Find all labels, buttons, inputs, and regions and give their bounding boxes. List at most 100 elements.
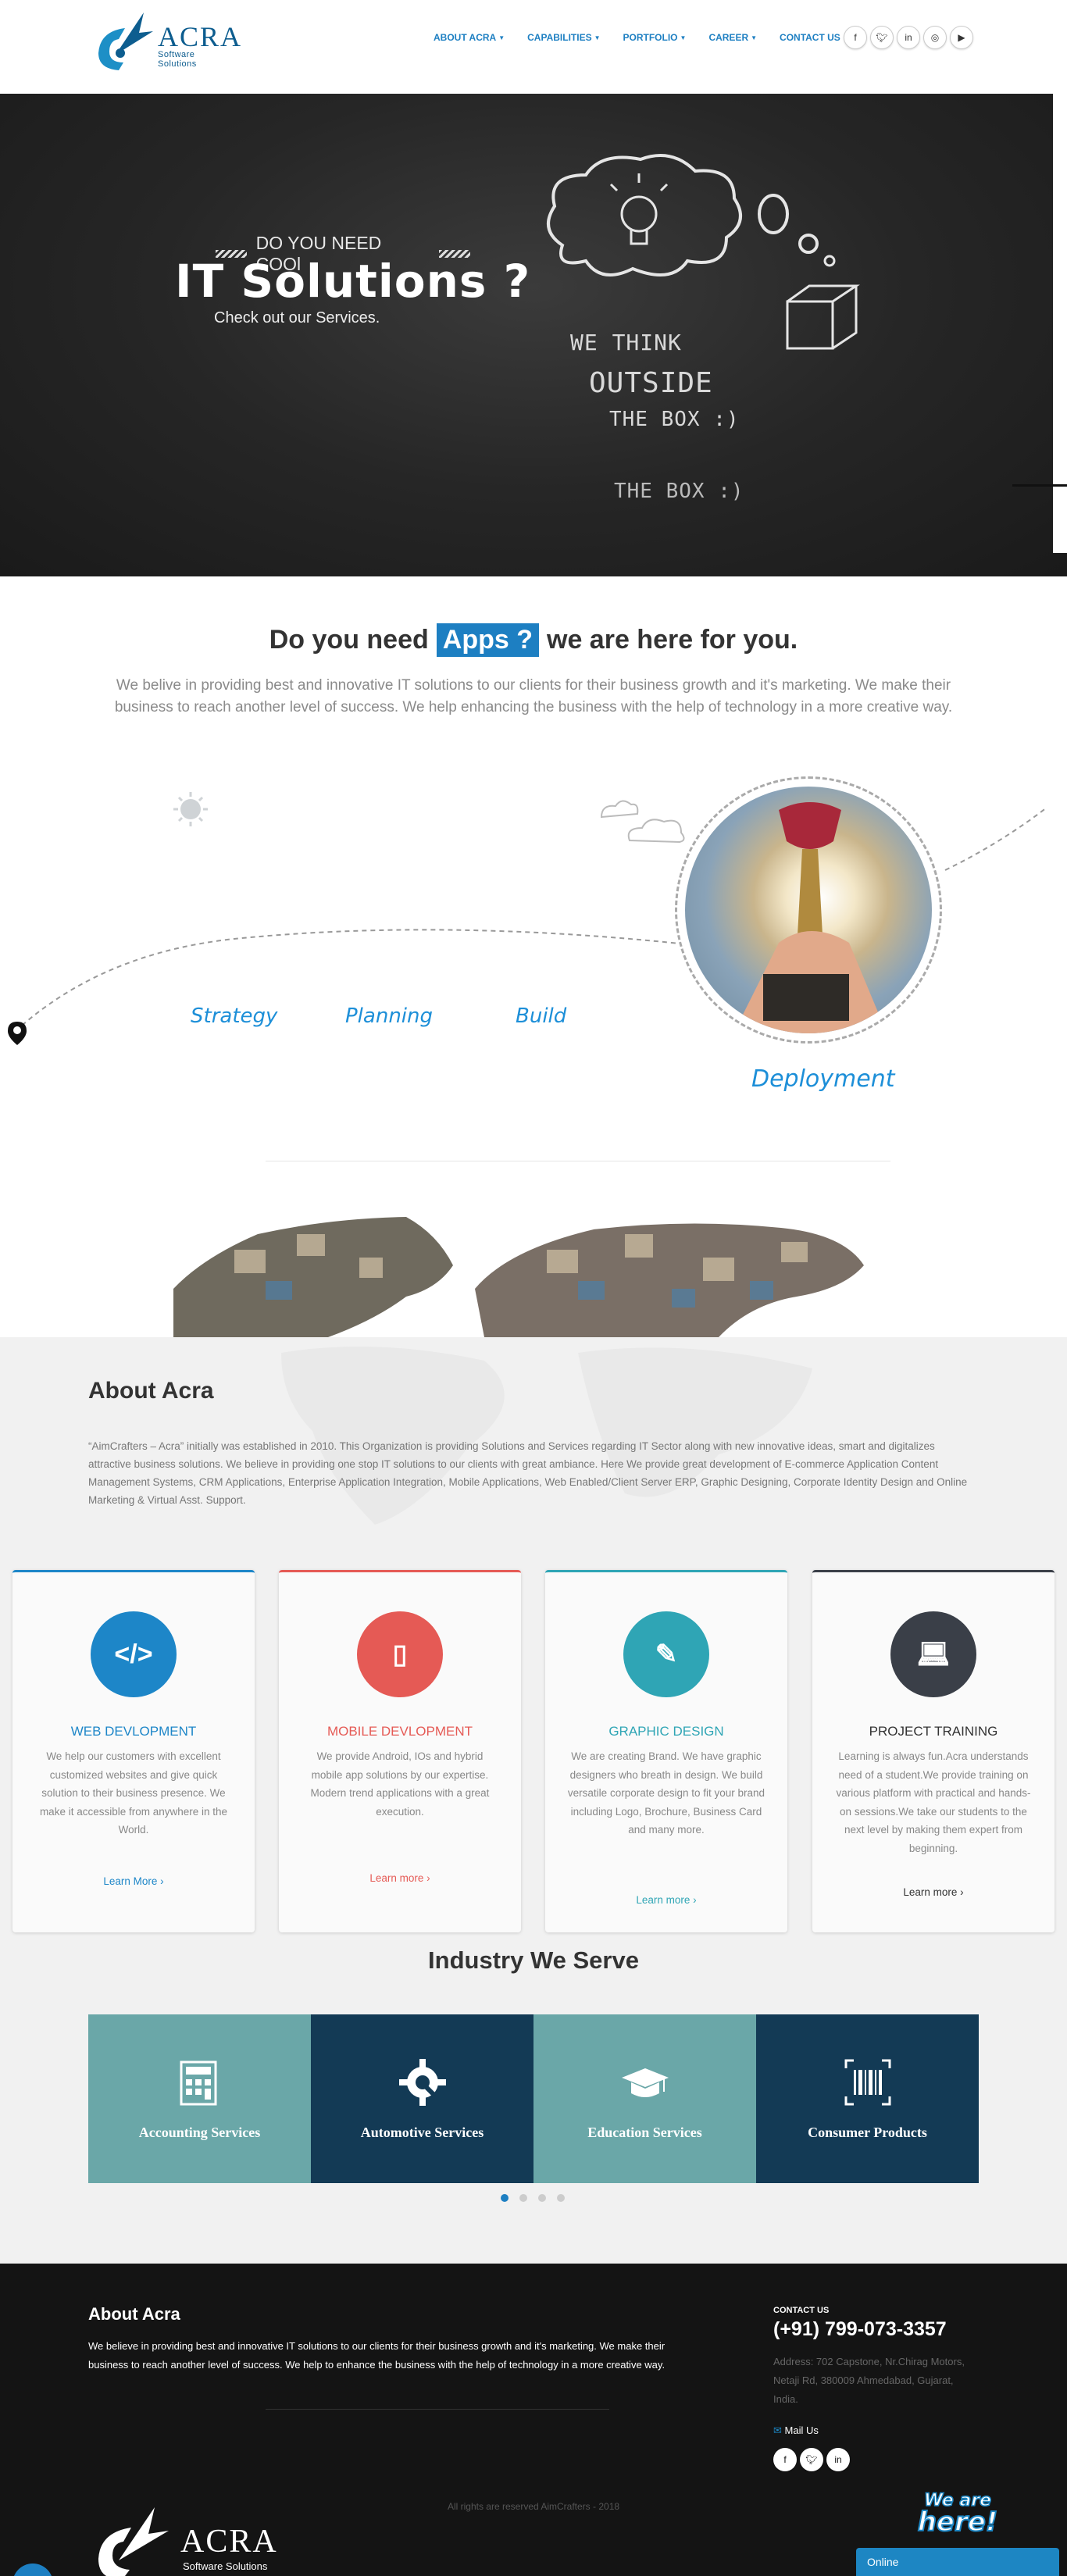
industry-carousel: Accounting Services Automotive Services …: [88, 2014, 979, 2183]
step-strategy: Strategy: [191, 1004, 278, 1028]
footer-rule: [266, 2409, 609, 2410]
intro-heading-highlight: Apps ?: [436, 623, 539, 657]
photo-collage-map: [173, 1217, 864, 1337]
chalk-text-1: WE THINK: [570, 330, 682, 355]
chat-launcher[interactable]: [12, 2564, 53, 2576]
caret-down-icon: ▼: [751, 34, 758, 41]
industry-education[interactable]: Education Services: [534, 2014, 756, 2183]
industry-consumer[interactable]: Consumer Products: [756, 2014, 979, 2183]
about-title-bold: Acra: [161, 1378, 214, 1404]
linkedin-icon[interactable]: in: [897, 26, 920, 49]
footer-mail-link[interactable]: ✉ Mail Us: [773, 2424, 819, 2437]
footer-about-text: We believe in providing best and innovat…: [88, 2340, 666, 2371]
main-nav: ABOUT ACRA ▼ CAPABILITIES ▼ PORTFOLIO ▼ CAR…: [434, 27, 863, 48]
service-card-training: 💻︎ PROJECT TRAINING Learning is always f…: [812, 1570, 1055, 1932]
chat-badge[interactable]: We are here!: [903, 2485, 1012, 2539]
logo-subtitle: Software Solutions: [158, 50, 197, 69]
card-description: We provide Android, IOs and hybrid mobil…: [310, 1750, 490, 1818]
hero-title: IT Solutions ?: [175, 255, 531, 308]
footer-phone[interactable]: (+91) 799-073-3357: [773, 2318, 947, 2341]
step-deployment: Deployment: [751, 1065, 895, 1093]
industry-title: Industry We Serve: [0, 1946, 1067, 1975]
learn-more-link[interactable]: Learn More ›: [12, 1875, 255, 1887]
intro-text: We belive in providing best and innovati…: [114, 677, 953, 715]
logo-mark-icon: [98, 12, 153, 70]
intro-heading-before: Do you need: [269, 625, 429, 655]
industry-label: Accounting Services: [138, 2124, 261, 2140]
about-title-light: About: [88, 1378, 156, 1404]
chalk-text-2: OUTSIDE: [589, 367, 713, 399]
card-title: WEB DEVLOPMENT: [70, 1724, 197, 1739]
about-title: About Acra: [88, 1378, 214, 1404]
intro-heading-after: we are here for you.: [547, 625, 798, 655]
graduation-cap-icon: [621, 2068, 669, 2097]
card-title: MOBILE DEVLOPMENT: [327, 1724, 473, 1739]
card-title: GRAPHIC DESIGN: [608, 1724, 724, 1739]
laptop-icon: 💻︎: [890, 1611, 976, 1697]
logo-mark-icon: [98, 2507, 169, 2576]
card-description: We help our customers with excellent cus…: [39, 1750, 228, 1836]
learn-more-link[interactable]: Learn more ›: [545, 1894, 787, 1906]
twitter-icon[interactable]: 🐦︎: [870, 26, 894, 49]
industry-accounting[interactable]: Accounting Services: [88, 2014, 311, 2183]
footer-address: Address: 702 Capstone, Nr.Chirag Motors,…: [773, 2356, 965, 2405]
about-text: “AimCrafters – Acra” initially was estab…: [88, 1440, 968, 1506]
card-title: PROJECT TRAINING: [869, 1724, 998, 1739]
nav-about-acra[interactable]: ABOUT ACRA ▼: [434, 32, 505, 43]
caret-down-icon: ▼: [680, 34, 687, 41]
intro-heading: Do you need Apps ? we are here for you.: [0, 623, 1067, 657]
hero-slider: DO YOU NEED COOl IT Solutions ? Check ou…: [0, 94, 1067, 576]
industry-label: Consumer Products: [808, 2124, 927, 2140]
carousel-dot[interactable]: [538, 2194, 546, 2202]
industry-automotive[interactable]: Automotive Services: [311, 2014, 534, 2183]
hero-subtitle: Check out our Services.: [214, 309, 380, 326]
chalk-text-3: THE BOX :): [609, 408, 740, 431]
site-footer: About Acra We believe in providing best …: [0, 2264, 1067, 2576]
step-planning: Planning: [345, 1004, 433, 1028]
facebook-icon[interactable]: f: [844, 26, 867, 49]
carousel-dot[interactable]: [519, 2194, 527, 2202]
carousel-dot[interactable]: [501, 2194, 509, 2202]
mobile-icon: ▯: [357, 1611, 443, 1697]
site-header: ACRA Software Solutions ABOUT ACRA ▼ CAPA…: [0, 0, 1067, 94]
footer-contact-label: CONTACT US: [773, 2306, 830, 2315]
carousel-dot[interactable]: [557, 2194, 565, 2202]
industry-title-bold: Industry: [428, 1946, 524, 1974]
world-map-collage: [0, 1203, 1067, 1337]
industry-label: Education Services: [587, 2124, 702, 2140]
card-description: We are creating Brand. We have graphic d…: [567, 1750, 765, 1836]
code-icon: </>: [91, 1611, 177, 1697]
svg-text:here!: here!: [918, 2506, 998, 2534]
nav-capabilities[interactable]: CAPABILITIES ▼: [527, 32, 600, 43]
trophy-image: [675, 776, 942, 1044]
carousel-dots: [501, 2194, 576, 2202]
footer-logo[interactable]: ACRA Software Solutions: [91, 2504, 286, 2576]
twitter-icon[interactable]: 🐦︎: [800, 2448, 823, 2471]
industry-label: Automotive Services: [360, 2124, 484, 2140]
gear-wrench-icon: [398, 2058, 446, 2106]
step-build: Build: [516, 1004, 567, 1028]
chalk-box-icon: [786, 284, 860, 350]
nav-portfolio[interactable]: PORTFOLIO ▼: [623, 32, 687, 43]
nav-career[interactable]: CAREER ▼: [708, 32, 757, 43]
chat-badge-graphic: We are here!: [917, 2490, 999, 2539]
facebook-icon[interactable]: f: [773, 2448, 797, 2471]
nav-contact-us[interactable]: CONTACT US: [780, 32, 840, 43]
learn-more-link[interactable]: Learn more ›: [812, 1886, 1055, 1898]
about-section: About Acra “AimCrafters – Acra” initiall…: [0, 1337, 1067, 2264]
footer-socials: f 🐦︎ in: [773, 2448, 853, 2471]
industry-title-light: We Serve: [530, 1946, 639, 1974]
youtube-icon[interactable]: ▶: [950, 26, 973, 49]
linkedin-icon[interactable]: in: [826, 2448, 850, 2471]
chat-status-bar[interactable]: Online: [856, 2548, 1059, 2576]
chalk-text-4: THE BOX :): [614, 480, 744, 503]
footer-mail-label: Mail Us: [784, 2424, 819, 2436]
instagram-icon[interactable]: ◎: [923, 26, 947, 49]
site-logo[interactable]: ACRA Software Solutions: [92, 8, 241, 72]
header-socials: f 🐦︎ in ◎ ▶: [844, 26, 976, 49]
caret-down-icon: ▼: [594, 34, 601, 41]
card-description: Learning is always fun.Acra understands …: [836, 1750, 1031, 1854]
learn-more-link[interactable]: Learn more ›: [279, 1872, 521, 1884]
mail-icon: ✉: [773, 2424, 782, 2436]
location-pin-icon: [8, 1022, 27, 1045]
